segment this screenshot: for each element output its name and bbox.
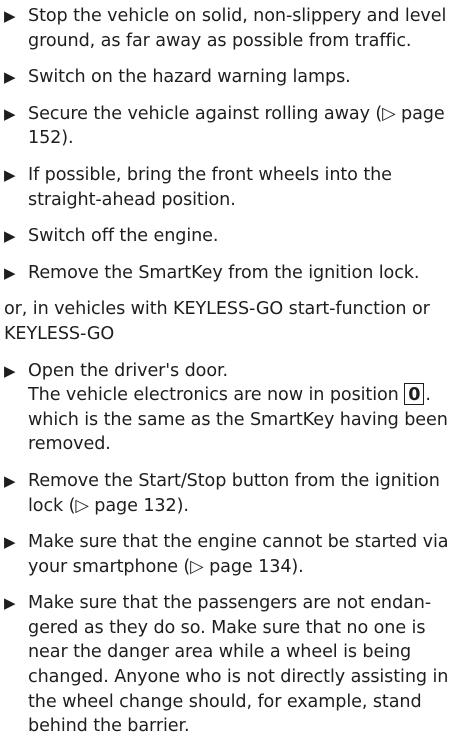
alternative-condition: or, in vehicles with KEYLESS-GO start-fu… bbox=[4, 299, 430, 344]
step-bullet-icon: ▶ bbox=[4, 471, 16, 490]
instruction-step: ▶ Make sure that the passengers are not … bbox=[4, 591, 451, 739]
step-bullet-icon: ▶ bbox=[4, 227, 16, 246]
note-text-before: The vehicle electronics are now in posit… bbox=[28, 385, 399, 406]
step-text: Secure the vehicle against rolling away … bbox=[28, 103, 445, 149]
step-bullet-icon: ▶ bbox=[4, 361, 16, 380]
step-bullet-icon: ▶ bbox=[4, 594, 16, 613]
step-bullet-icon: ▶ bbox=[4, 263, 16, 282]
step-text: If possible, bring the front wheels into… bbox=[28, 164, 392, 210]
step-text: Make sure that the passengers are not en… bbox=[28, 593, 449, 737]
instruction-step: ▶ Secure the vehicle against rolling awa… bbox=[4, 102, 451, 151]
step-result-note: The vehicle electronics are now in posit… bbox=[28, 383, 451, 457]
step-text: Switch off the engine. bbox=[28, 226, 219, 247]
instruction-step: ▶ Switch off the engine. bbox=[4, 224, 451, 249]
step-text: Remove the Start/Stop button from the ig… bbox=[28, 470, 440, 516]
instruction-step: ▶ Open the driver's door. The vehicle el… bbox=[4, 359, 451, 457]
instruction-step: ▶ Switch on the hazard warning lamps. bbox=[4, 65, 451, 90]
step-bullet-icon: ▶ bbox=[4, 165, 16, 184]
instruction-step: ▶ Make sure that the engine cannot be st… bbox=[4, 530, 451, 579]
instruction-step: ▶ Remove the Start/Stop button from the … bbox=[4, 469, 451, 518]
step-bullet-icon: ▶ bbox=[4, 533, 16, 552]
step-text: Remove the SmartKey from the ignition lo… bbox=[28, 262, 420, 283]
step-text: Make sure that the engine cannot be star… bbox=[28, 532, 449, 577]
step-text: Open the driver's door. bbox=[28, 360, 229, 381]
step-text: Switch on the hazard warning lamps. bbox=[28, 67, 351, 88]
instruction-step: ▶ Remove the SmartKey from the ignition … bbox=[4, 261, 451, 286]
step-bullet-icon: ▶ bbox=[4, 68, 16, 87]
step-text: Stop the vehicle on solid, non-slippery … bbox=[28, 6, 447, 51]
instruction-step: ▶ If possible, bring the front wheels in… bbox=[4, 163, 451, 212]
key-position-badge: 0 bbox=[404, 383, 425, 406]
manual-page: ▶ Stop the vehicle on solid, non-slipper… bbox=[0, 0, 461, 736]
step-bullet-icon: ▶ bbox=[4, 7, 16, 25]
instruction-step: ▶ Stop the vehicle on solid, non-slipper… bbox=[4, 4, 451, 53]
step-bullet-icon: ▶ bbox=[4, 104, 16, 123]
